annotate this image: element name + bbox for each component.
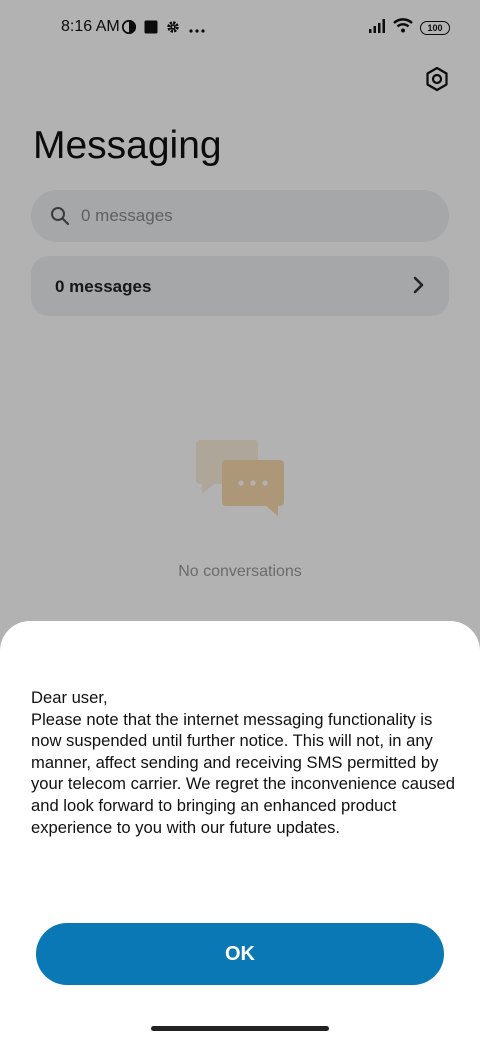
ok-button[interactable]: OK — [36, 923, 444, 985]
dialog-message: Dear user, Please note that the internet… — [31, 688, 455, 837]
notice-dialog: Dear user, Please note that the internet… — [0, 621, 480, 1040]
home-indicator[interactable] — [151, 1026, 329, 1031]
